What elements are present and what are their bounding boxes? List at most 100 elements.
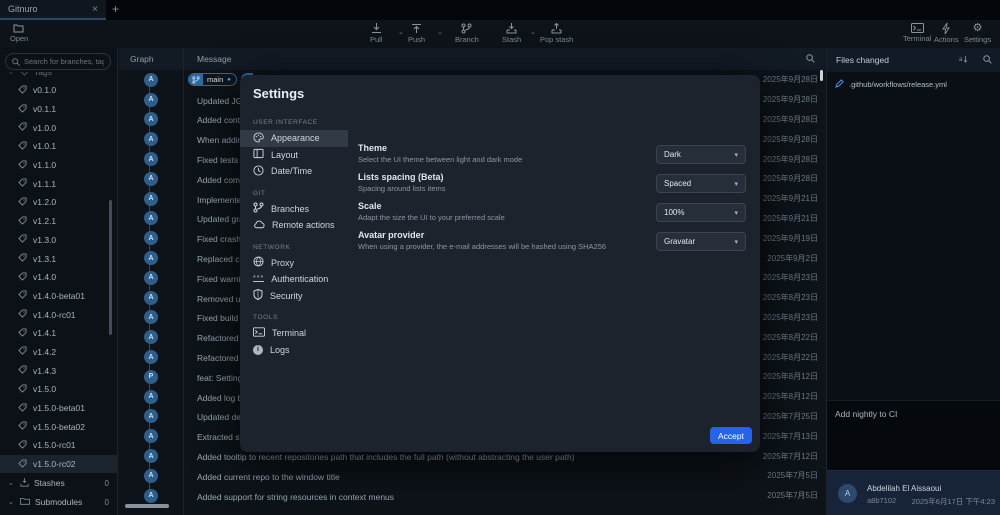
stash-options-caret-icon[interactable]: ⌄ <box>530 28 536 36</box>
sidebar-item-tag[interactable]: v1.0.0 <box>0 118 117 137</box>
nav-item-authentication[interactable]: *** Authentication <box>240 271 348 288</box>
commit-date: 2025年8月23日 <box>763 272 825 283</box>
nav-item-layout[interactable]: Layout <box>240 147 348 164</box>
sidebar-item-tag[interactable]: v1.5.0-beta01 <box>0 399 117 418</box>
graph-cell: A <box>119 172 183 186</box>
changed-files-list: .github/workflows/release.yml <box>827 76 1000 92</box>
branch-button[interactable]: Branch <box>455 23 479 44</box>
tag-icon <box>18 197 27 208</box>
sidebar-item-tag[interactable]: v1.4.3 <box>0 361 117 380</box>
nav-item-remote-actions[interactable]: Remote actions <box>240 217 348 234</box>
theme-dropdown[interactable]: Dark ▾ <box>656 145 746 164</box>
tag-icon <box>18 403 27 414</box>
nav-item-appearance[interactable]: Appearance <box>240 130 348 147</box>
graph-horizontal-scrollbar[interactable] <box>125 504 169 508</box>
sidebar-item-tag[interactable]: v1.1.0 <box>0 156 117 175</box>
sidebar-search-input[interactable] <box>24 57 104 66</box>
sidebar-item-submodules[interactable]: ⌄ Submodules 0 <box>0 493 117 512</box>
graph-cell: A <box>119 112 183 126</box>
commit-date: 2025年7月25日 <box>763 411 825 422</box>
sidebar-item-tag[interactable]: v1.2.0 <box>0 193 117 212</box>
sidebar-item-tag[interactable]: v1.3.0 <box>0 231 117 250</box>
accept-button[interactable]: Accept <box>710 427 752 444</box>
open-repository-button[interactable]: Open <box>10 23 28 43</box>
stash-button[interactable]: Stash <box>502 23 521 44</box>
settings-nav: USER INTERFACE Appearance Layout Date/Ti… <box>240 109 348 358</box>
commit-avatar-node: A <box>144 192 158 206</box>
avatar-provider-dropdown[interactable]: Gravatar ▾ <box>656 232 746 251</box>
nav-item-logs[interactable]: i Logs <box>240 342 348 359</box>
commit-search-icon[interactable] <box>806 50 815 68</box>
sidebar-item-tag[interactable]: v1.0.1 <box>0 137 117 156</box>
sidebar-item-tag[interactable]: v0.1.1 <box>0 100 117 119</box>
commit-date: 2025年8月23日 <box>763 292 825 303</box>
tags-section-partial: ⌄ Tags <box>0 72 117 81</box>
sidebar-item-tag[interactable]: v1.5.0-rc01 <box>0 436 117 455</box>
new-tab-icon[interactable]: + <box>112 2 119 16</box>
sort-icon[interactable]: a <box>959 51 969 69</box>
tag-icon <box>18 290 27 301</box>
commit-avatar-node: A <box>144 93 158 107</box>
terminal-button[interactable]: Terminal <box>903 23 931 43</box>
lists-spacing-dropdown[interactable]: Spaced ▾ <box>656 174 746 193</box>
sidebar-search[interactable] <box>5 53 111 70</box>
nav-item-security[interactable]: Security <box>240 288 348 305</box>
chevron-down-icon: ⌄ <box>8 72 15 76</box>
sidebar-item-stashes[interactable]: ⌄ Stashes 0 <box>0 474 117 493</box>
sidebar-item-tag[interactable]: v1.4.0-rc01 <box>0 305 117 324</box>
pop-stash-button[interactable]: Pop stash <box>540 23 573 44</box>
sidebar-item-tag[interactable]: v1.4.1 <box>0 324 117 343</box>
sidebar-item-tag[interactable]: v1.5.0-rc02 <box>0 455 117 474</box>
sidebar-item-tag[interactable]: v1.3.1 <box>0 249 117 268</box>
chevron-down-icon: ▾ <box>734 151 738 159</box>
search-icon[interactable] <box>983 51 992 69</box>
folder-open-icon <box>13 23 25 33</box>
nav-item-proxy[interactable]: Proxy <box>240 255 348 272</box>
tag-icon <box>18 346 27 357</box>
nav-item-branches[interactable]: Branches <box>240 201 348 218</box>
graph-cell: A <box>119 271 183 285</box>
sidebar-item-tag[interactable]: v1.2.1 <box>0 212 117 231</box>
actions-button[interactable]: Actions <box>934 23 959 44</box>
sidebar-item-tag[interactable]: v1.5.0 <box>0 380 117 399</box>
sidebar-item-tag[interactable]: v1.1.1 <box>0 174 117 193</box>
commit-list-scrollbar[interactable] <box>820 70 823 81</box>
tab-gitnuro[interactable]: Gitnuro × <box>0 0 106 20</box>
commit-date: 2025年9月28日 <box>763 173 825 184</box>
sidebar-item-tag[interactable]: v0.1.0 <box>0 81 117 100</box>
settings-button[interactable]: ⚙ Settings <box>964 23 991 44</box>
commit-row[interactable]: A Added current repo to the window title… <box>119 466 825 486</box>
commit-avatar-node: A <box>144 132 158 146</box>
tag-icon <box>18 384 27 395</box>
commit-datetime: 2025年6月17日 下午4:23 <box>912 496 995 507</box>
sidebar-item-tag[interactable]: v1.5.0-beta02 <box>0 417 117 436</box>
cloud-icon <box>253 220 265 231</box>
commit-row[interactable]: A Added support for string resources in … <box>119 486 825 506</box>
push-button[interactable]: Push <box>408 23 425 44</box>
nav-item-datetime[interactable]: Date/Time <box>240 163 348 180</box>
commit-avatar-node: A <box>144 409 158 423</box>
changed-file-row[interactable]: .github/workflows/release.yml <box>827 76 1000 92</box>
sidebar-item-tag[interactable]: v1.4.2 <box>0 343 117 362</box>
sidebar-item-tag[interactable]: v1.4.0 <box>0 268 117 287</box>
commit-message-input[interactable]: Add nightly to CI <box>827 400 1000 470</box>
pull-options-caret-icon[interactable]: ⌄ <box>398 28 404 36</box>
commit-message: Added support for string resources in co… <box>197 492 394 502</box>
push-options-caret-icon[interactable]: ⌄ <box>437 28 443 36</box>
commit-message: Added current repo to the window title <box>197 472 340 482</box>
commit-date: 2025年9月28日 <box>763 94 825 105</box>
graph-cell: A <box>119 409 183 423</box>
sidebar-scrollbar[interactable] <box>109 200 112 335</box>
commit-date: 2025年8月12日 <box>763 391 825 402</box>
chevron-down-icon: ⌄ <box>8 479 15 487</box>
nav-item-terminal[interactable]: Terminal <box>240 325 348 342</box>
tab-bar: Gitnuro × + <box>0 0 1000 20</box>
scale-dropdown[interactable]: 100% ▾ <box>656 203 746 222</box>
commit-date: 2025年7月5日 <box>767 470 825 481</box>
commit-avatar-node: A <box>144 489 158 503</box>
branch-badge-main[interactable]: main ● <box>188 73 237 86</box>
sidebar-item-tag[interactable]: v1.4.0-beta01 <box>0 287 117 306</box>
pull-button[interactable]: Pull <box>370 23 383 44</box>
graph-cell: A <box>119 291 183 305</box>
close-icon[interactable]: × <box>92 4 98 15</box>
